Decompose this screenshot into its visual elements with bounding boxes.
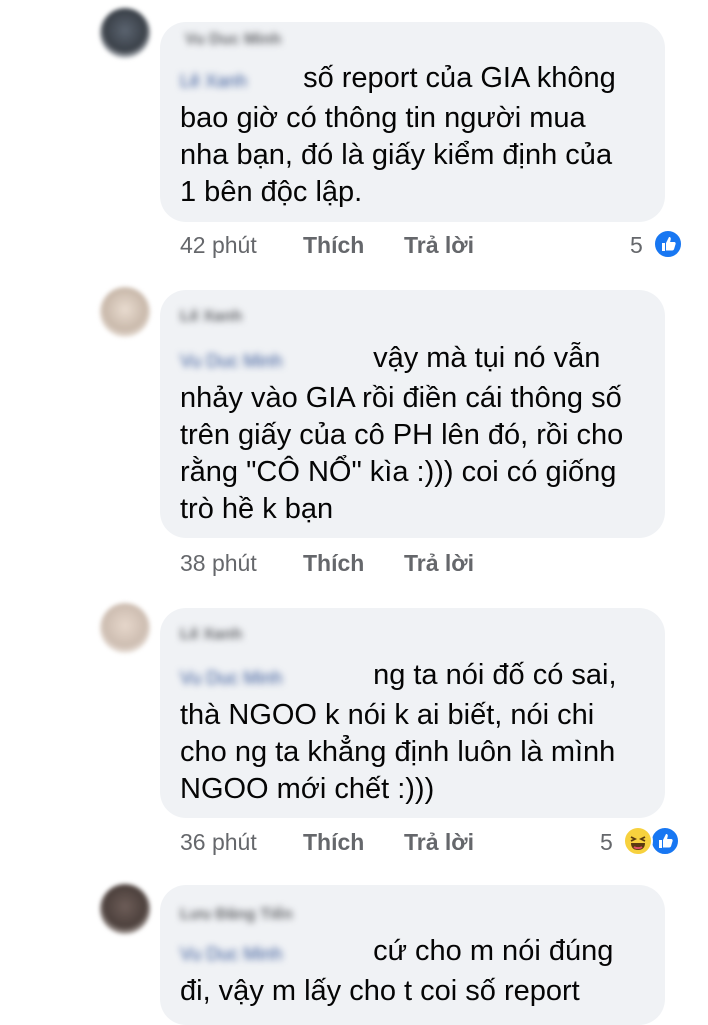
comment-author[interactable]: Lê Xanh xyxy=(180,308,242,326)
comment-line: Vu Duc Minh cứ cho m nói đúng xyxy=(180,933,613,973)
mention-tag[interactable]: Vu Duc Minh xyxy=(180,343,365,380)
comment-line: Vu Duc Minh ng ta nói đố có sai, xyxy=(180,657,617,697)
comment-line: thà NGOO k nói k ai biết, nói chi xyxy=(180,699,595,731)
comment-text: Lê Xanh số report của GIA không bao giờ … xyxy=(180,60,616,211)
comment-line: đi, vậy m lấy cho t coi số report xyxy=(180,975,580,1007)
avatar[interactable] xyxy=(100,603,150,653)
comment-line: NGOO mới chết :))) xyxy=(180,773,435,805)
comment-text: Vu Duc Minh ng ta nói đố có sai, thà NGO… xyxy=(180,657,617,808)
reaction-count[interactable]: 5 xyxy=(600,829,613,856)
comment-line: trên giấy của cô PH lên đó, rồi cho xyxy=(180,419,624,451)
comment-actions: 38 phút Thích Trả lời xyxy=(180,550,510,580)
like-button[interactable]: Thích xyxy=(303,550,364,577)
like-button[interactable]: Thích xyxy=(303,829,364,856)
comment-line: trò hề k bạn xyxy=(180,493,334,525)
comment-actions: 42 phút Thích Trả lời xyxy=(180,232,510,262)
comment-line: Lê Xanh số report của GIA không xyxy=(180,60,616,100)
comment-line: nha bạn, đó là giấy kiểm định của xyxy=(180,139,613,171)
haha-icon xyxy=(623,826,653,856)
comment-line: Vu Duc Minh vậy mà tụi nó vẫn xyxy=(180,340,623,380)
reaction-count[interactable]: 5 xyxy=(630,232,643,259)
reply-button[interactable]: Trả lời xyxy=(404,550,474,577)
reply-button[interactable]: Trả lời xyxy=(404,232,474,259)
mention-tag[interactable]: Lê Xanh xyxy=(180,63,295,100)
mention-tag[interactable]: Vu Duc Minh xyxy=(180,660,365,697)
comment-time[interactable]: 38 phút xyxy=(180,550,257,577)
reply-button[interactable]: Trả lời xyxy=(404,829,474,856)
avatar[interactable] xyxy=(100,8,150,58)
comment-text: Vu Duc Minh cứ cho m nói đúng đi, vậy m … xyxy=(180,933,613,1010)
like-icon xyxy=(653,229,683,259)
avatar[interactable] xyxy=(100,884,150,934)
comment-author[interactable]: Lê Xanh xyxy=(180,626,242,644)
comment-line: rằng "CÔ NỔ" kìa :))) coi có giống xyxy=(180,456,617,488)
comment-text: Vu Duc Minh vậy mà tụi nó vẫn nhảy vào G… xyxy=(180,340,623,528)
like-button[interactable]: Thích xyxy=(303,232,364,259)
comment-line: 1 bên độc lập. xyxy=(180,176,363,208)
comment-line: cho ng ta khẳng định luôn là mình xyxy=(180,736,616,768)
like-icon xyxy=(650,826,680,856)
avatar[interactable] xyxy=(100,287,150,337)
comment-author[interactable]: Vu Duc Minh xyxy=(185,31,281,49)
comment-line: bao giờ có thông tin người mua xyxy=(180,102,586,134)
comment-actions: 36 phút Thích Trả lời xyxy=(180,829,510,859)
mention-tag[interactable]: Vu Duc Minh xyxy=(180,936,365,973)
comment-author[interactable]: Lưu Đăng Tiến xyxy=(180,906,293,924)
comment-line: nhảy vào GIA rồi điền cái thông số xyxy=(180,382,622,414)
comment-time[interactable]: 36 phút xyxy=(180,829,257,856)
comment-time[interactable]: 42 phút xyxy=(180,232,257,259)
